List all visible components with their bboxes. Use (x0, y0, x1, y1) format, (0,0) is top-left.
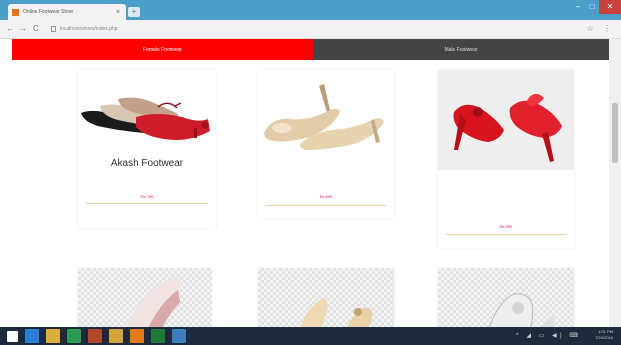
product-card[interactable] (438, 268, 574, 328)
product-image[interactable] (438, 70, 574, 170)
reload-button[interactable]: C (33, 24, 39, 33)
bookmark-star-icon[interactable]: ☆ (587, 24, 594, 33)
edge-browser-icon[interactable] (25, 329, 39, 343)
tab-close-icon[interactable]: × (114, 9, 122, 16)
minimize-button[interactable]: – (571, 0, 585, 14)
product-card[interactable]: Rs.999 (438, 70, 574, 248)
product-price: Rs.999 (499, 224, 513, 229)
app-icon[interactable] (151, 329, 165, 343)
app-icon[interactable] (109, 329, 123, 343)
windows-start-icon[interactable] (7, 330, 18, 342)
browser-menu-icon[interactable]: ⋮ (603, 24, 611, 33)
product-image[interactable] (258, 268, 394, 328)
close-window-button[interactable]: ✕ (599, 0, 621, 14)
system-tray-icons[interactable]: ^ ◢ ▭ ◀) ⌨ (516, 332, 581, 339)
new-tab-button[interactable]: + (128, 7, 140, 17)
shoe-image (264, 84, 384, 150)
url-input[interactable]: localhost/shoes/index.php (60, 24, 118, 34)
divider (446, 234, 566, 235)
shoe-image (488, 293, 556, 328)
product-image[interactable] (78, 70, 216, 150)
shoe-image (81, 97, 210, 140)
address-bar-actions: ☆ ⋮ (580, 24, 611, 33)
divider (266, 205, 386, 206)
nav-male-footwear[interactable]: Male Footwear (313, 39, 609, 60)
forward-button[interactable]: → (19, 24, 27, 33)
nav-female-footwear[interactable]: Female Footwear (12, 39, 313, 60)
app-icon[interactable] (130, 329, 144, 343)
product-price: Rs.899 (319, 194, 333, 199)
taskbar: ^ ◢ ▭ ◀) ⌨ 1:01 PM 7/24/2016 (0, 327, 621, 345)
clock-date: 7/24/2016 (595, 335, 613, 340)
app-icon[interactable] (88, 329, 102, 343)
product-price: Rs.799 (140, 194, 154, 199)
browser-tab-bar: Online Footwear Store × + – □ ✕ (0, 0, 621, 20)
product-card[interactable] (78, 268, 212, 328)
taskbar-clock[interactable]: 1:01 PM 7/24/2016 (595, 329, 613, 341)
site-nav: Female Footwear Male Footwear (12, 39, 609, 60)
store-icon[interactable] (67, 329, 81, 343)
back-button[interactable]: ← (6, 24, 14, 33)
address-bar: ← → C localhost/shoes/index.php ☆ ⋮ (0, 20, 621, 39)
tab-title: Online Footwear Store (23, 9, 74, 15)
product-name[interactable]: Akash Footwear (78, 158, 216, 169)
product-card[interactable]: Akash Footwear Rs.799 (78, 70, 216, 228)
page-info-icon[interactable] (51, 26, 56, 32)
product-image[interactable] (438, 268, 574, 328)
browser-tab[interactable]: Online Footwear Store × (8, 4, 126, 20)
product-image[interactable] (78, 268, 212, 328)
page-scrollbar[interactable] (609, 39, 621, 327)
scrollbar-thumb[interactable] (612, 103, 618, 163)
window-controls: – □ ✕ (571, 0, 621, 14)
file-explorer-icon[interactable] (46, 329, 60, 343)
shoe-image (299, 298, 373, 328)
divider (86, 203, 208, 204)
screen: Online Footwear Store × + – □ ✕ ← → C lo… (0, 0, 621, 345)
product-image[interactable] (258, 70, 394, 150)
shoe-image (453, 93, 562, 162)
app-icon[interactable] (172, 329, 186, 343)
maximize-button[interactable]: □ (585, 0, 599, 14)
product-card[interactable]: Rs.899 (258, 70, 394, 218)
favicon-icon (12, 8, 19, 16)
product-grid: Akash Footwear Rs.799 Rs.899 Rs.999 (12, 60, 609, 328)
product-card[interactable] (258, 268, 394, 328)
shoe-image (125, 277, 182, 328)
